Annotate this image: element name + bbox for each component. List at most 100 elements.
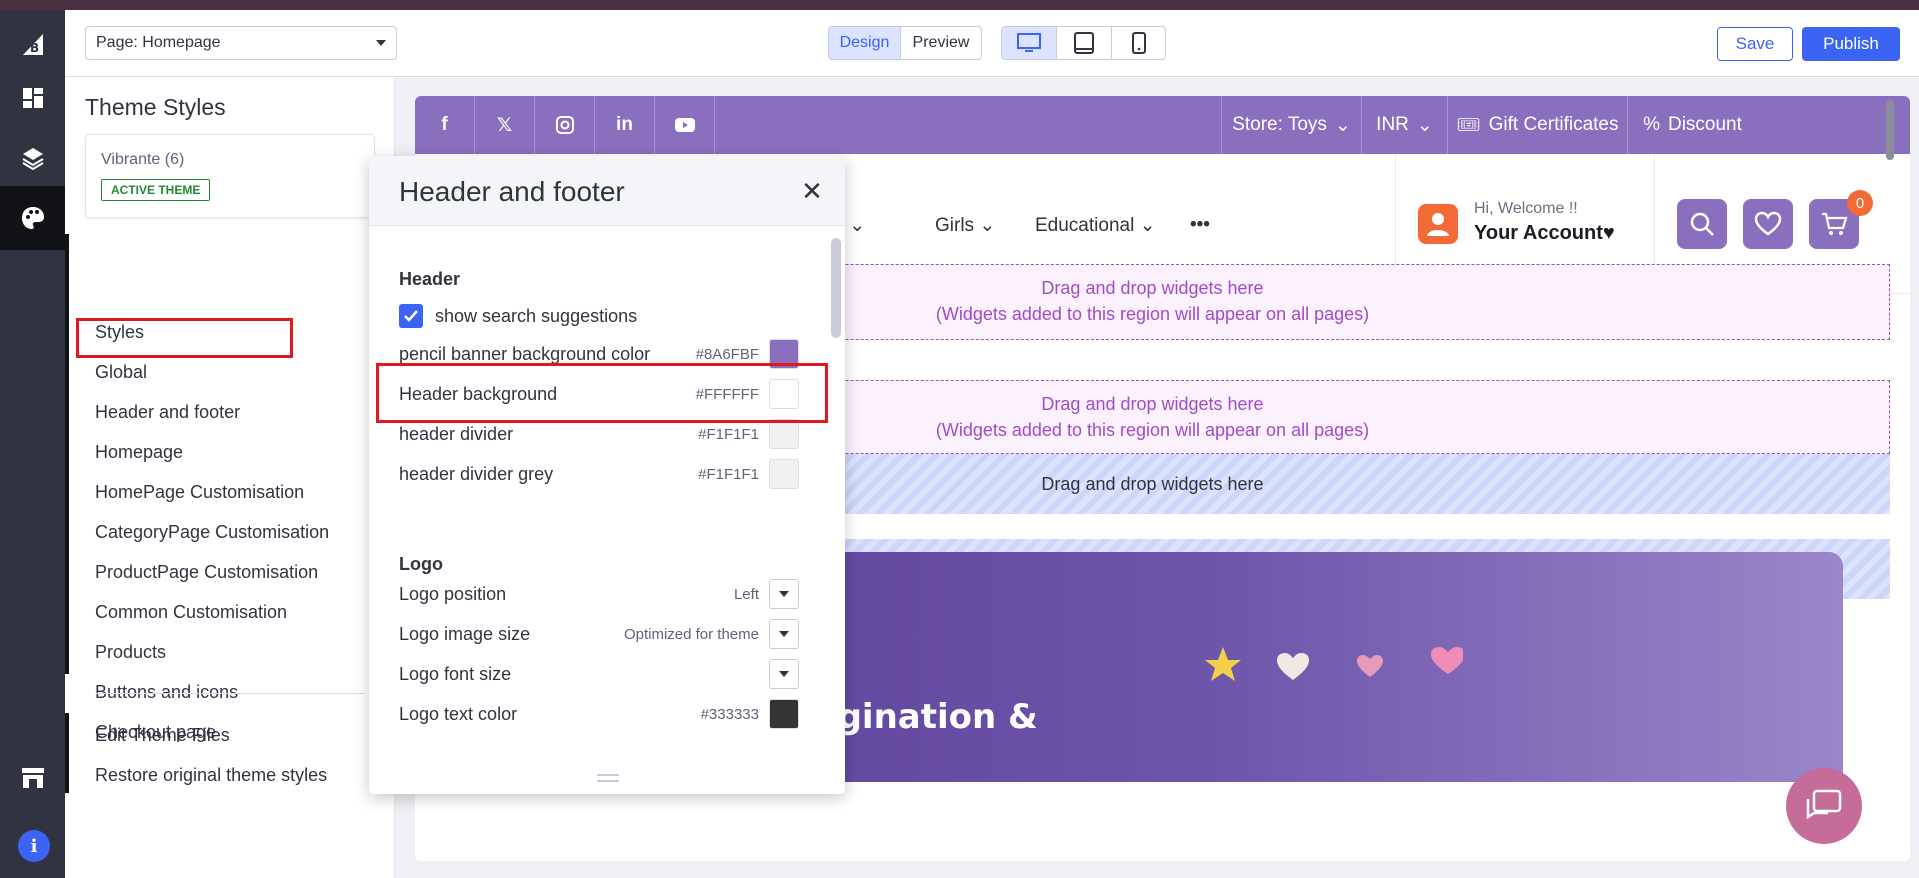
storefront-icon[interactable] xyxy=(0,746,65,810)
sidebar-item-label: Homepage xyxy=(95,442,184,462)
panel-scrollbar[interactable] xyxy=(831,238,841,778)
preview-scrollbar-thumb[interactable] xyxy=(1886,100,1894,160)
store-selector[interactable]: Store: Toys ⌄ xyxy=(1221,96,1361,154)
sidebar-left-accent-2 xyxy=(65,713,69,793)
sidebar-item-homepage[interactable]: Homepage xyxy=(95,442,183,463)
sidebar-item-label: Header and footer xyxy=(95,402,241,422)
row-value: #F1F1F1 xyxy=(698,425,759,443)
sidebar-item-productpage-customisation[interactable]: ProductPage Customisation xyxy=(95,562,318,583)
edit-theme-files-link[interactable]: Edit Theme Files xyxy=(95,725,230,746)
sidebar-item-label: Common Customisation xyxy=(95,602,288,622)
gift-icon: 🎟 xyxy=(1456,115,1481,136)
pencil-banner: f 𝕏 in Store: Toys ⌄ INR ⌄ 🎟 Gift Certifica… xyxy=(415,96,1910,154)
sidebar-left-accent xyxy=(65,234,69,674)
chevron-down-icon: ⌄ xyxy=(1334,114,1351,136)
sidebar-divider xyxy=(95,693,365,694)
layers-icon[interactable] xyxy=(0,126,65,190)
chat-icon xyxy=(1806,789,1842,820)
row-value: Optimized for theme xyxy=(623,625,759,643)
row-label: Logo position xyxy=(399,583,507,604)
row-value: #8A6FBF xyxy=(695,345,759,363)
cart-count-badge: 0 xyxy=(1847,190,1873,216)
preview-tab[interactable]: Preview xyxy=(901,27,981,59)
sidebar-item-header-and-footer[interactable]: Header and footer xyxy=(95,402,240,423)
show-search-label: show search suggestions xyxy=(435,305,638,326)
youtube-icon[interactable] xyxy=(655,96,715,154)
color-swatch[interactable] xyxy=(769,459,799,489)
instagram-icon[interactable] xyxy=(535,96,595,154)
facebook-icon[interactable]: f xyxy=(415,96,475,154)
row-label: Logo image size xyxy=(399,623,531,644)
x-twitter-icon[interactable]: 𝕏 xyxy=(475,96,535,154)
desktop-view-button[interactable] xyxy=(1002,27,1057,59)
row-label: Logo text color xyxy=(399,703,518,724)
sidebar-item-products[interactable]: Products xyxy=(95,642,166,663)
mode-toggle: Design Preview xyxy=(828,26,982,60)
more-icon[interactable]: ••• xyxy=(1190,214,1210,236)
currency-label: INR xyxy=(1376,114,1409,135)
sidebar-item-common-customisation[interactable]: Common Customisation xyxy=(95,602,287,623)
sidebar-item-homepage-customisation[interactable]: HomePage Customisation xyxy=(95,482,304,503)
preview-scrollbar[interactable] xyxy=(1884,100,1896,860)
sidebar-title: Theme Styles xyxy=(85,94,226,120)
active-theme-card: Vibrante (6) ACTIVE THEME xyxy=(85,134,375,218)
logo-position-row: Logo position Left xyxy=(399,579,799,609)
gift-certificates-link[interactable]: 🎟 Gift Certificates xyxy=(1447,96,1627,154)
currency-selector[interactable]: INR ⌄ xyxy=(1361,96,1447,154)
logo-position-dropdown[interactable] xyxy=(769,579,799,609)
linkedin-icon[interactable]: in xyxy=(595,96,655,154)
row-label: pencil banner background color xyxy=(399,343,651,364)
mobile-view-button[interactable] xyxy=(1112,27,1165,59)
decor-hearts xyxy=(1205,647,1463,681)
discount-label: Discount xyxy=(1667,114,1742,135)
nav-item-girls[interactable]: Girls ⌄ xyxy=(935,214,995,237)
resize-handle-icon[interactable] xyxy=(597,774,619,782)
search-icon xyxy=(1690,212,1714,236)
sidebar-item-label: HomePage Customisation xyxy=(95,482,305,502)
close-icon[interactable]: ✕ xyxy=(797,176,827,206)
panel-scrollbar-thumb[interactable] xyxy=(831,238,841,338)
left-rail: B i xyxy=(0,10,65,878)
page-select[interactable]: Page: Homepage xyxy=(85,26,397,60)
color-swatch[interactable] xyxy=(769,699,799,729)
discount-link[interactable]: % Discount xyxy=(1627,96,1757,154)
sidebar-item-label: Products xyxy=(95,642,167,662)
gift-label: Gift Certificates xyxy=(1488,114,1619,135)
chevron-down-icon xyxy=(376,40,386,46)
account-label: Your Account xyxy=(1474,222,1603,244)
widget-region-title: Drag and drop widgets here xyxy=(1041,473,1264,494)
logo-image-size-row: Logo image size Optimized for theme xyxy=(399,619,799,649)
save-button[interactable]: Save xyxy=(1717,27,1793,61)
mobile-icon xyxy=(1131,32,1146,54)
logo-text-color-row: Logo text color #333333 xyxy=(399,699,799,729)
dashboard-icon[interactable] xyxy=(0,66,65,130)
design-tab[interactable]: Design xyxy=(829,27,901,59)
tablet-view-button[interactable] xyxy=(1057,27,1112,59)
nav-item-educational[interactable]: Educational ⌄ xyxy=(1035,214,1156,237)
header-divider-grey-row: header divider grey #F1F1F1 xyxy=(399,459,799,489)
info-icon[interactable]: i xyxy=(18,830,50,862)
account-user-icon xyxy=(1418,204,1458,244)
chat-button[interactable] xyxy=(1786,768,1862,844)
sidebar-item-categorypage-customisation[interactable]: CategoryPage Customisation xyxy=(95,522,329,543)
search-button[interactable] xyxy=(1677,199,1727,249)
header-footer-panel: Header and footer ✕ Header show search s… xyxy=(369,156,845,794)
publish-button[interactable]: Publish xyxy=(1802,27,1900,61)
highlight-header-and-footer xyxy=(76,318,293,358)
row-value: #333333 xyxy=(700,705,759,723)
show-search-suggestions-checkbox[interactable]: show search suggestions xyxy=(399,301,799,331)
account-text: Your Account♥ xyxy=(1474,222,1615,244)
checkbox-checked-icon[interactable] xyxy=(399,304,423,328)
color-swatch[interactable] xyxy=(769,419,799,449)
restore-theme-styles-link[interactable]: Restore original theme styles xyxy=(95,765,327,786)
sidebar-item-global[interactable]: Global xyxy=(95,362,147,383)
sidebar-item-label: CategoryPage Customisation xyxy=(95,522,330,542)
top-strip xyxy=(0,0,1919,10)
chevron-down-icon xyxy=(779,671,789,677)
page-select-value: Page: Homepage xyxy=(96,34,221,51)
theme-styles-icon[interactable] xyxy=(0,186,65,250)
row-label: header divider grey xyxy=(399,463,554,484)
wishlist-button[interactable] xyxy=(1743,199,1793,249)
logo-font-size-dropdown[interactable] xyxy=(769,659,799,689)
logo-image-size-dropdown[interactable] xyxy=(769,619,799,649)
